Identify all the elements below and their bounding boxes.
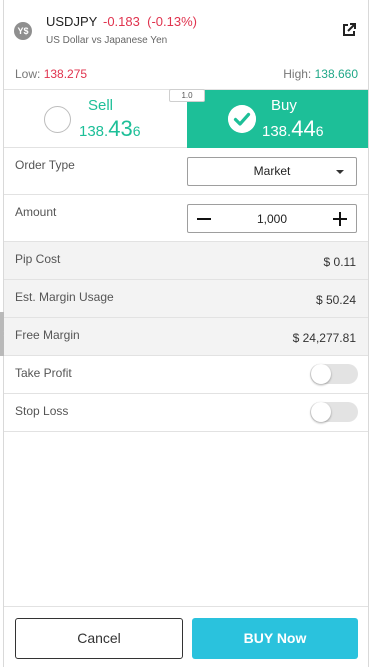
price-change: -0.183 (-0.13%) [103, 14, 197, 29]
margin-usage-label: Est. Margin Usage [15, 290, 114, 304]
buy-button[interactable]: Buy 138.446 [187, 90, 368, 148]
buy-label: Buy [271, 97, 297, 114]
buy-price-prefix: 138. [262, 123, 292, 140]
checkmark-icon [228, 105, 256, 133]
currency-icon: Y$ [14, 22, 32, 40]
pip-cost-value: $ 0.11 [323, 255, 356, 269]
pip-cost-label: Pip Cost [15, 252, 61, 266]
symbol-description: US Dollar vs Japanese Yen [46, 35, 168, 46]
sell-button[interactable]: Sell 138.436 [4, 90, 187, 148]
toggle-knob [311, 402, 331, 422]
external-link-icon[interactable] [342, 23, 356, 37]
buy-price: 138.446 [262, 116, 323, 142]
sell-price-pips: 43 [108, 116, 133, 141]
radio-circle-icon [44, 106, 71, 133]
free-margin-row: Free Margin $ 24,277.81 [4, 318, 368, 356]
pip-cost-row: Pip Cost $ 0.11 [4, 242, 368, 280]
low-price: Low: 138.275 [15, 67, 87, 81]
take-profit-row: Take Profit [4, 356, 368, 394]
high-price: High: 138.660 [283, 67, 358, 81]
amount-row: Amount 1,000 [4, 195, 368, 242]
order-type-label: Order Type [15, 158, 75, 172]
change-value: -0.183 [103, 14, 140, 29]
take-profit-label: Take Profit [15, 366, 72, 380]
low-label: Low: [15, 67, 41, 81]
spread-badge: 1.0 [169, 89, 205, 102]
toggle-knob [311, 364, 331, 384]
stop-loss-label: Stop Loss [15, 404, 69, 418]
margin-usage-row: Est. Margin Usage $ 50.24 [4, 280, 368, 318]
high-label: High: [283, 67, 312, 81]
buy-price-pips: 44 [291, 116, 316, 141]
low-value: 138.275 [43, 67, 88, 81]
amount-stepper[interactable]: 1,000 [187, 204, 357, 233]
high-value: 138.660 [314, 67, 358, 81]
stop-loss-row: Stop Loss [4, 394, 368, 432]
amount-value[interactable]: 1,000 [188, 212, 356, 226]
instrument-header: Y$ USDJPY -0.183 (-0.13%) US Dollar vs J… [4, 0, 368, 90]
action-footer: Cancel BUY Now [4, 606, 368, 667]
change-percent: (-0.13%) [147, 14, 197, 29]
order-type-value: Market [253, 164, 291, 178]
take-profit-toggle[interactable] [310, 364, 358, 384]
order-type-row: Order Type Market [4, 148, 368, 195]
plus-icon-vertical[interactable] [339, 212, 341, 226]
margin-usage-value: $ 50.24 [315, 293, 356, 307]
symbol-name: USDJPY [46, 14, 98, 29]
sell-price-fraction: 6 [132, 123, 141, 139]
order-type-select[interactable]: Market [187, 157, 357, 186]
sell-price: 138.436 [79, 116, 140, 142]
caret-down-icon [336, 170, 344, 174]
sell-price-prefix: 138. [79, 123, 109, 140]
buy-now-button[interactable]: BUY Now [192, 618, 358, 659]
cancel-button[interactable]: Cancel [15, 618, 183, 659]
amount-label: Amount [15, 205, 57, 219]
sell-label: Sell [88, 97, 114, 114]
free-margin-label: Free Margin [15, 328, 80, 342]
free-margin-value: $ 24,277.81 [292, 331, 356, 345]
buy-price-fraction: 6 [315, 123, 324, 139]
stop-loss-toggle[interactable] [310, 402, 358, 422]
